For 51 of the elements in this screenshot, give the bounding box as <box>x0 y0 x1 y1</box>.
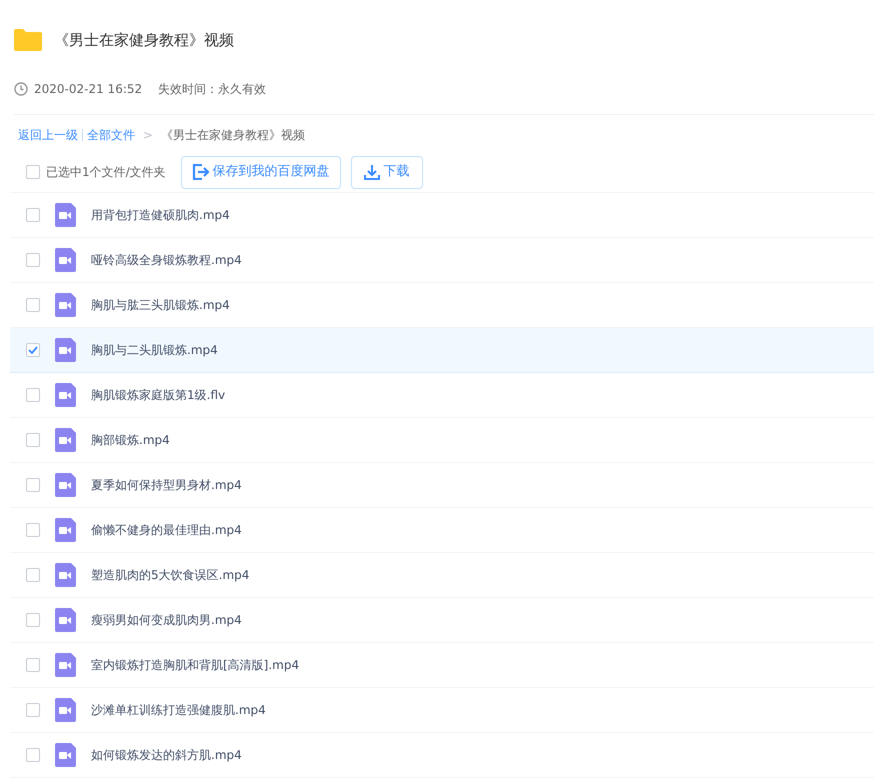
file-name[interactable]: 胸部锻炼.mp4 <box>91 431 170 449</box>
video-file-icon <box>55 608 76 632</box>
expiry-text: 失效时间：永久有效 <box>158 81 266 98</box>
video-file-icon <box>55 653 76 677</box>
video-file-icon <box>55 743 76 767</box>
video-file-icon <box>55 698 76 722</box>
file-name[interactable]: 用背包打造健硕肌肉.mp4 <box>91 206 230 224</box>
file-name[interactable]: 室内锻炼打造胸肌和背肌[高清版].mp4 <box>91 656 300 674</box>
file-name[interactable]: 塑造肌肉的5大饮食误区.mp4 <box>91 566 250 584</box>
selection-count: 已选中1个文件/文件夹 <box>46 164 166 181</box>
video-file-icon <box>55 518 76 542</box>
file-checkbox[interactable] <box>26 523 40 537</box>
file-checkbox[interactable] <box>26 568 40 582</box>
breadcrumb-separator: > <box>143 127 154 144</box>
file-checkbox[interactable] <box>26 433 40 447</box>
breadcrumb-current: 《男士在家健身教程》视频 <box>161 127 306 144</box>
file-checkbox[interactable] <box>26 613 40 627</box>
video-file-icon <box>55 383 76 407</box>
file-checkbox[interactable] <box>26 748 40 762</box>
video-file-icon <box>55 338 76 362</box>
video-file-icon <box>55 563 76 587</box>
file-checkbox[interactable] <box>26 253 40 267</box>
video-file-icon <box>55 428 76 452</box>
file-row[interactable]: 胸肌与二头肌锻炼.mp4 <box>10 328 874 373</box>
video-file-icon <box>55 203 76 227</box>
file-checkbox[interactable] <box>26 388 40 402</box>
share-date: 2020-02-21 16:52 <box>34 81 142 98</box>
share-title: 《男士在家健身教程》视频 <box>54 30 234 51</box>
file-checkbox[interactable] <box>26 343 40 357</box>
file-name[interactable]: 胸肌与二头肌锻炼.mp4 <box>91 341 218 359</box>
file-name[interactable]: 胸肌锻炼家庭版第1级.flv <box>91 386 226 404</box>
file-name[interactable]: 偷懒不健身的最佳理由.mp4 <box>91 521 242 539</box>
download-icon <box>364 164 380 180</box>
file-name[interactable]: 胸肌与肱三头肌锻炼.mp4 <box>91 296 230 314</box>
folder-icon <box>14 29 42 51</box>
export-icon <box>192 164 210 180</box>
file-name[interactable]: 哑铃高级全身锻炼教程.mp4 <box>91 251 242 269</box>
file-name[interactable]: 沙滩单杠训练打造强健腹肌.mp4 <box>91 701 266 719</box>
video-file-icon <box>55 293 76 317</box>
file-checkbox[interactable] <box>26 703 40 717</box>
file-name[interactable]: 夏季如何保持型男身材.mp4 <box>91 476 242 494</box>
file-checkbox[interactable] <box>26 658 40 672</box>
video-file-icon <box>55 248 76 272</box>
video-file-icon <box>55 473 76 497</box>
file-name[interactable]: 如何锻炼发达的斜方肌.mp4 <box>91 746 242 764</box>
clock-icon <box>14 82 28 96</box>
select-all-checkbox[interactable] <box>26 165 40 179</box>
file-checkbox[interactable] <box>26 478 40 492</box>
file-checkbox[interactable] <box>26 208 40 222</box>
file-checkbox[interactable] <box>26 298 40 312</box>
file-name[interactable]: 瘦弱男如何变成肌肉男.mp4 <box>91 611 242 629</box>
